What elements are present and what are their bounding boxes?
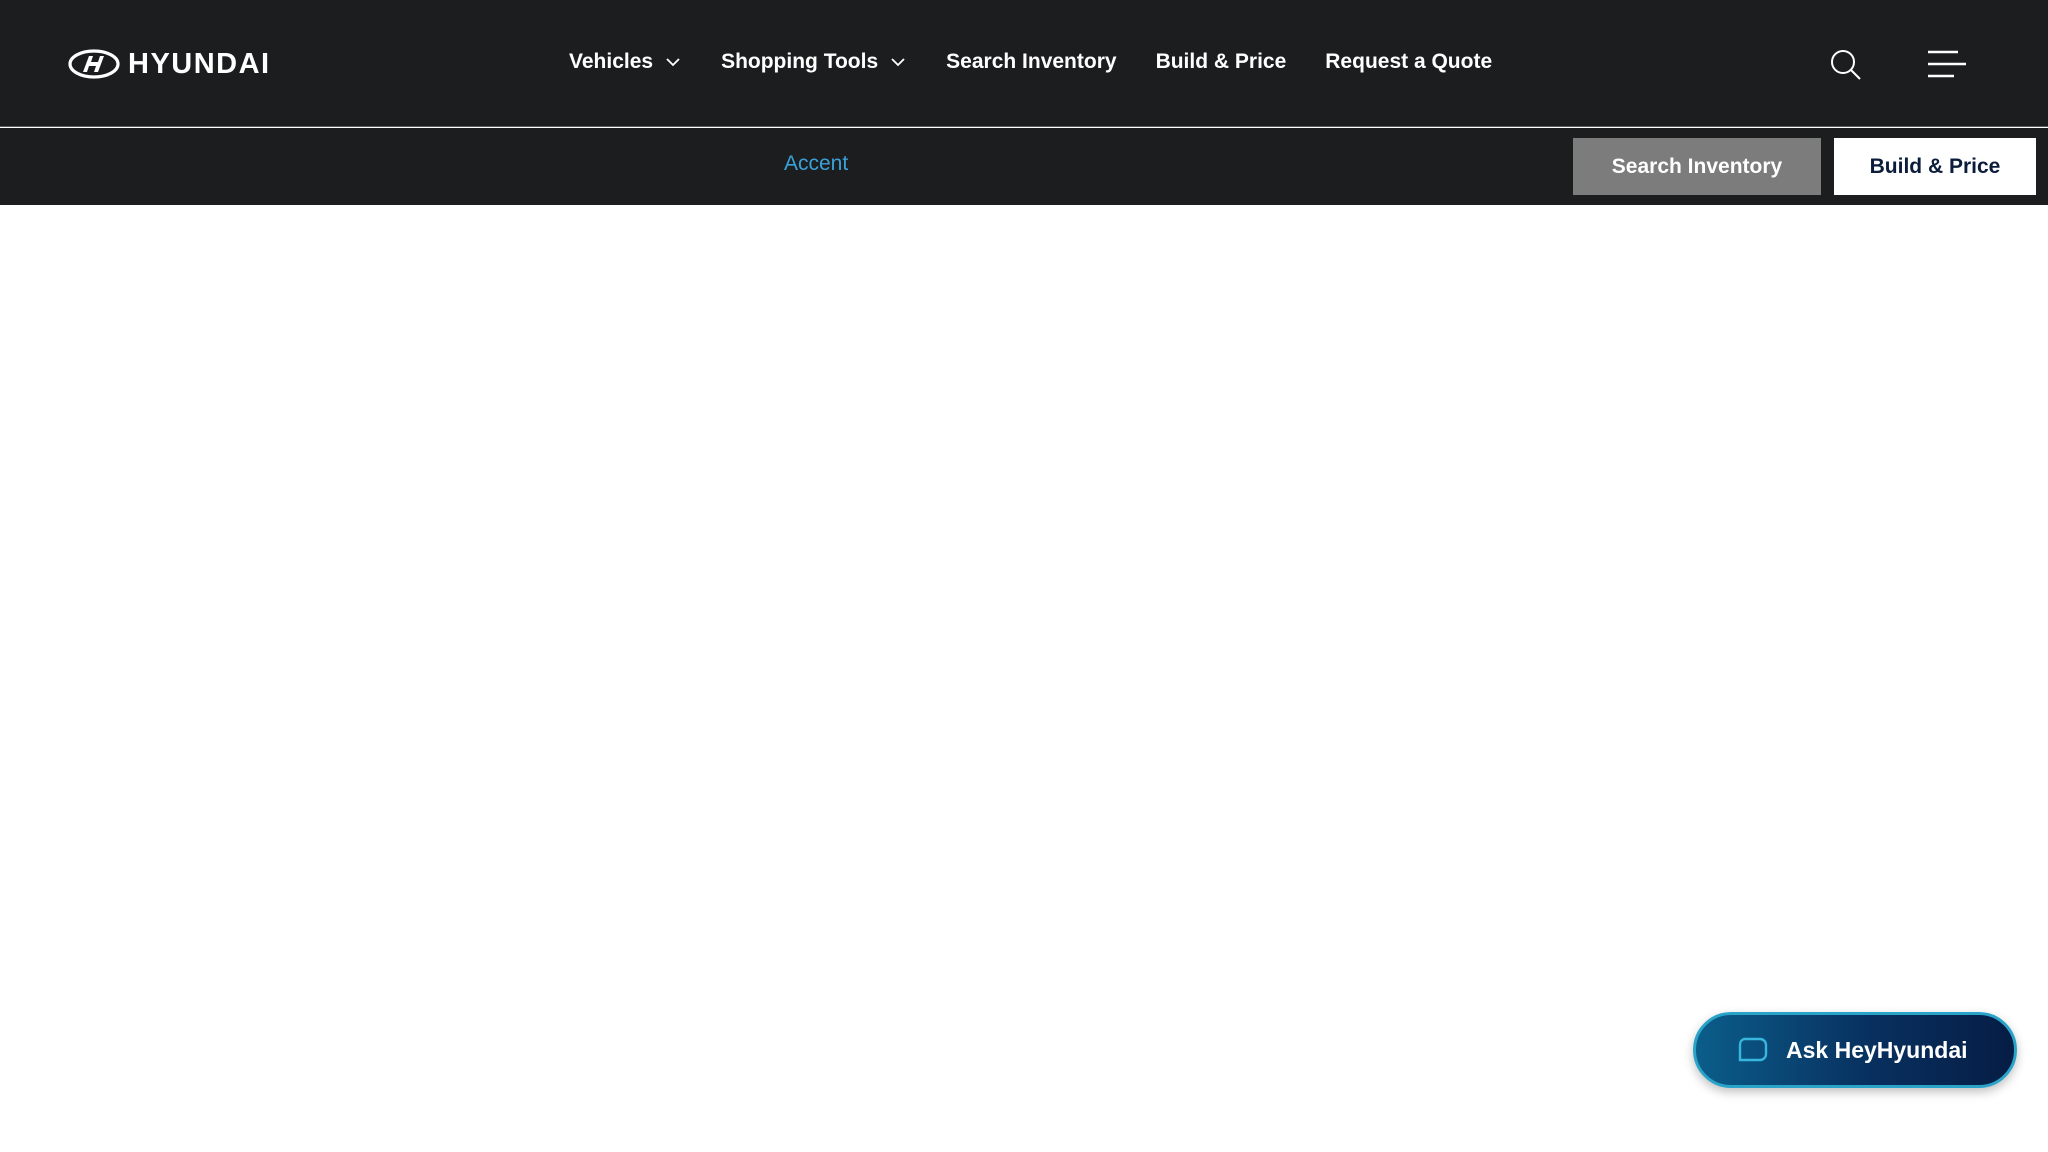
page-content: [0, 205, 2048, 1152]
search-inventory-button[interactable]: Search Inventory: [1573, 138, 1821, 195]
build-price-button[interactable]: Build & Price: [1834, 138, 2036, 195]
main-nav: Vehicles Shopping Tools Search Inventory…: [569, 40, 1492, 84]
nav-build-price[interactable]: Build & Price: [1156, 50, 1287, 74]
nav-build-price-label: Build & Price: [1155, 50, 1287, 73]
nav-vehicles-label: Vehicles: [569, 50, 654, 73]
nav-shopping-tools-label: Shopping Tools: [721, 50, 879, 73]
menu-button[interactable]: [1926, 48, 1968, 80]
nav-request-quote[interactable]: Request a Quote: [1325, 50, 1492, 74]
chat-bubble-icon: [1738, 1037, 1768, 1062]
search-button[interactable]: [1829, 48, 1863, 82]
nav-shopping-tools[interactable]: Shopping Tools: [721, 50, 907, 74]
ask-heyhyundai-label: Ask HeyHyundai: [1786, 1036, 1968, 1063]
chevron-down-icon: [666, 58, 680, 67]
ask-heyhyundai-button[interactable]: Ask HeyHyundai: [1693, 1012, 2017, 1088]
hyundai-logo[interactable]: HYUNDAI: [68, 48, 271, 80]
nav-request-quote-label: Request a Quote: [1325, 50, 1493, 73]
nav-search-inventory[interactable]: Search Inventory: [946, 50, 1116, 74]
brand-wordmark: HYUNDAI: [128, 47, 271, 80]
search-icon: [1831, 50, 1861, 80]
nav-vehicles[interactable]: Vehicles: [569, 50, 682, 74]
nav-search-inventory-label: Search Inventory: [946, 50, 1117, 73]
model-name-link[interactable]: Accent: [784, 152, 848, 176]
hyundai-h-logo-icon: [68, 49, 120, 79]
hamburger-menu-icon: [1928, 50, 1966, 78]
chevron-down-icon: [891, 58, 905, 67]
top-navigation-bar: HYUNDAI Vehicles Shopping Tools Search I…: [0, 0, 2048, 127]
model-subnav-bar: Accent Search Inventory Build & Price: [0, 128, 2048, 205]
